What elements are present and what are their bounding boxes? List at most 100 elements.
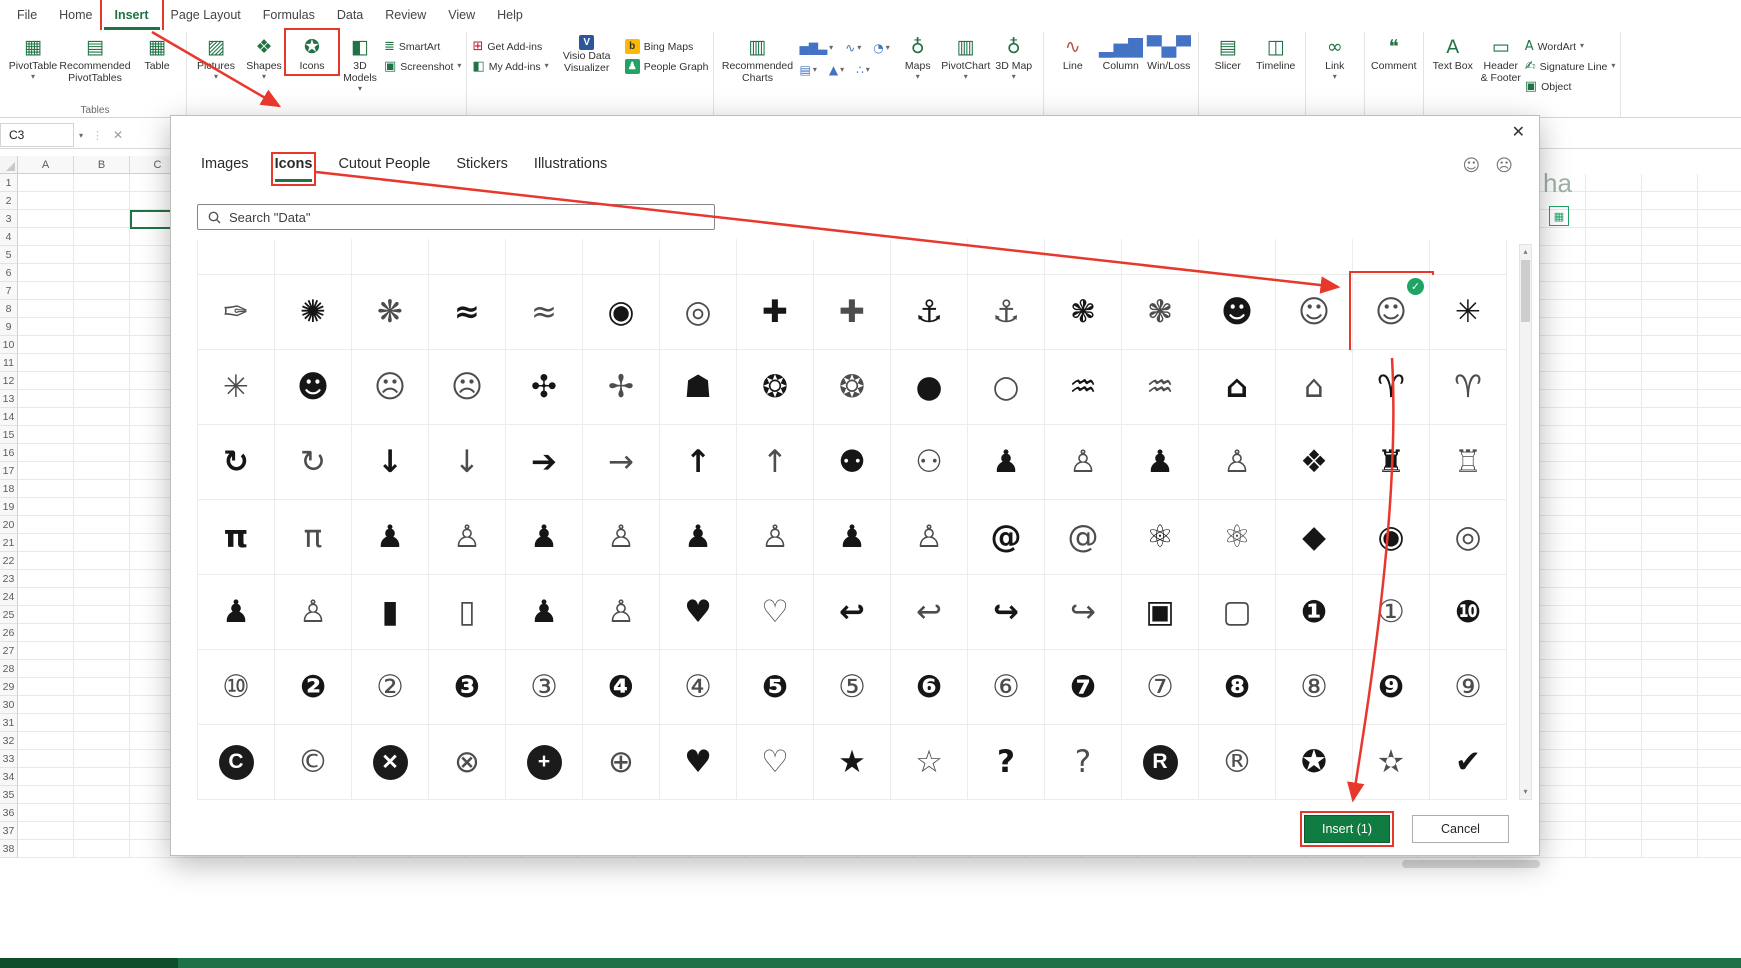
row-header-36[interactable]: 36	[0, 804, 18, 822]
icon-arrow-back[interactable]: ↩	[814, 575, 891, 650]
ribbon-button-pivottable[interactable]: ▦PivotTable▾	[9, 32, 57, 82]
chart-type-button[interactable]: ▤▾	[799, 63, 816, 77]
dialog-tab-illustrations[interactable]: Illustrations	[534, 156, 607, 182]
icon-sewing-needle-outline[interactable]: ✑	[198, 275, 275, 350]
icon-registered[interactable]: R	[1122, 725, 1199, 800]
icon-avocado[interactable]: ◉	[1353, 500, 1430, 575]
dialog-close-icon[interactable]: ✕	[1512, 122, 1525, 141]
row-header-22[interactable]: 22	[0, 552, 18, 570]
ribbon-button-maps[interactable]: ♁Maps▾	[894, 32, 942, 82]
icon-astronaut[interactable]: ♟	[660, 500, 737, 575]
ribbon-button-icons[interactable]: ✪Icons	[288, 32, 336, 72]
ribbon-button-table[interactable]: ▦Table	[133, 32, 181, 72]
icon-arrow-down[interactable]: ↓	[352, 425, 429, 500]
row-header-12[interactable]: 12	[0, 372, 18, 390]
icon-person-climbing-outline[interactable]: ♙	[429, 500, 506, 575]
name-box-dropdown-icon[interactable]: ▾	[74, 131, 88, 140]
icon-angel-face-outline[interactable]: ☺✓	[1353, 275, 1430, 350]
column-header-a[interactable]: A	[18, 156, 74, 174]
icon-partial-icon[interactable]: ✾	[1122, 239, 1199, 275]
icon-angry-face[interactable]: ☻	[275, 350, 352, 425]
select-all-corner[interactable]	[0, 156, 18, 174]
icon-number-3[interactable]: ❸	[429, 650, 506, 725]
ribbon-button-recommended-pivottables[interactable]: ▤Recommended PivotTables	[57, 32, 133, 84]
ribbon-button-wordart[interactable]: AWordArt▾	[1525, 39, 1616, 54]
icon-aquarius[interactable]: ♒	[1045, 350, 1122, 425]
ribbon-tab-page-layout[interactable]: Page Layout	[160, 0, 252, 30]
icon-number-1-outline[interactable]: ①	[1353, 575, 1430, 650]
ribbon-tab-insert[interactable]: Insert	[104, 0, 160, 30]
icon-arrows-cycle[interactable]: ↻	[198, 425, 275, 500]
icon-australia-map[interactable]: ◆	[1276, 500, 1353, 575]
row-header-6[interactable]: 6	[0, 264, 18, 282]
icon-copyright-outline[interactable]: ©	[275, 725, 352, 800]
icon-angel-face[interactable]: ☻	[1199, 275, 1276, 350]
icon-architecture[interactable]: ⌂	[1199, 350, 1276, 425]
icon-aperture-outline[interactable]: ❂	[814, 350, 891, 425]
icon-registered-outline[interactable]: ®	[1199, 725, 1276, 800]
icon-arrows-cycle-outline[interactable]: ↻	[275, 425, 352, 500]
row-header-33[interactable]: 33	[0, 750, 18, 768]
ribbon-tab-view[interactable]: View	[437, 0, 486, 30]
icon-person-exercising[interactable]: ♟	[506, 500, 583, 575]
row-header-28[interactable]: 28	[0, 660, 18, 678]
row-header-3[interactable]: 3	[0, 210, 18, 228]
icon-asian-temple[interactable]: ♜	[1353, 425, 1430, 500]
icon-person-climbing[interactable]: ♟	[352, 500, 429, 575]
row-header-32[interactable]: 32	[0, 732, 18, 750]
icon-partial-icon-outline[interactable]: ❀	[1045, 239, 1122, 275]
icon-heart[interactable]: ♥	[660, 725, 737, 800]
icon-architecture-outline[interactable]: ⌂	[1276, 350, 1353, 425]
ribbon-button-smartart[interactable]: ≣SmartArt	[384, 39, 461, 54]
column-header-b[interactable]: B	[74, 156, 130, 174]
icon-aries-outline[interactable]: ♈	[1430, 350, 1507, 425]
icon-number-9[interactable]: ❾	[1353, 650, 1430, 725]
row-header-4[interactable]: 4	[0, 228, 18, 246]
row-header-19[interactable]: 19	[0, 498, 18, 516]
icon-number-8-outline[interactable]: ⑧	[1276, 650, 1353, 725]
icon-backpack-outline[interactable]: ▢	[1199, 575, 1276, 650]
icon-partial-icon[interactable]: ✈	[814, 239, 891, 275]
row-header-24[interactable]: 24	[0, 588, 18, 606]
cancel-entry-icon[interactable]: ✕	[107, 128, 129, 142]
name-box[interactable]: C3	[0, 123, 74, 147]
dialog-tab-cutout-people[interactable]: Cutout People	[338, 156, 430, 182]
icon-heart-outline[interactable]: ♡	[737, 725, 814, 800]
ribbon-button-visio-data-visualizer[interactable]: VVisio Data Visualizer	[549, 32, 625, 74]
icon-baby-crawling-outline[interactable]: ♙	[583, 575, 660, 650]
ribbon-button-shapes[interactable]: ❖Shapes▾	[240, 32, 288, 82]
icon-angry-face-outline[interactable]: ☹	[429, 350, 506, 425]
icon-plus-circle-outline[interactable]: ⊕	[583, 725, 660, 800]
icon-number-1[interactable]: ❶	[1276, 575, 1353, 650]
ribbon-button-slicer[interactable]: ▤Slicer	[1204, 32, 1252, 72]
icon-number-3-outline[interactable]: ③	[506, 650, 583, 725]
icon-partial-icon-outline[interactable]: ❁	[1199, 239, 1276, 275]
icon-anemone[interactable]: ❃	[1045, 275, 1122, 350]
icon-ant-outline[interactable]: ✢	[583, 350, 660, 425]
ribbon-button-recommended-charts[interactable]: ▥Recommended Charts	[719, 32, 795, 84]
row-header-18[interactable]: 18	[0, 480, 18, 498]
ribbon-tab-help[interactable]: Help	[486, 0, 534, 30]
ribbon-tab-file[interactable]: File	[6, 0, 48, 30]
icon-question-mark-outline[interactable]: ?	[1045, 725, 1122, 800]
icon-anemone-outline[interactable]: ❃	[1122, 275, 1199, 350]
chart-type-button[interactable]: ∴▾	[856, 63, 870, 77]
row-header-7[interactable]: 7	[0, 282, 18, 300]
horizontal-scrollbar[interactable]	[1402, 860, 1540, 868]
icon-number-2-outline[interactable]: ②	[352, 650, 429, 725]
scroll-down-icon[interactable]: ▾	[1520, 785, 1531, 799]
row-header-35[interactable]: 35	[0, 786, 18, 804]
icon-arrow-up[interactable]: ↑	[660, 425, 737, 500]
dialog-tab-images[interactable]: Images	[201, 156, 249, 182]
row-header-31[interactable]: 31	[0, 714, 18, 732]
ribbon-button-timeline[interactable]: ◫Timeline	[1252, 32, 1300, 72]
row-header-30[interactable]: 30	[0, 696, 18, 714]
dialog-tab-stickers[interactable]: Stickers	[456, 156, 508, 182]
icon-number-2[interactable]: ❷	[275, 650, 352, 725]
icon-number-10-outline[interactable]: ⑩	[198, 650, 275, 725]
row-header-37[interactable]: 37	[0, 822, 18, 840]
icon-partial-icon[interactable]: ≡	[660, 239, 737, 275]
ribbon-button-signature-line[interactable]: ✍Signature Line▾	[1525, 59, 1616, 74]
icon-baby-outline[interactable]: ♙	[275, 575, 352, 650]
icon-number-10[interactable]: ❿	[1430, 575, 1507, 650]
